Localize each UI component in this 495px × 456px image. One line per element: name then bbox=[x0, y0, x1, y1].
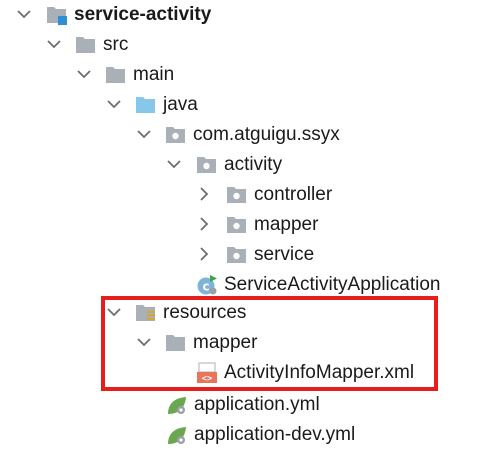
spring-yml-icon bbox=[166, 394, 188, 416]
tree-node-label: application.yml bbox=[194, 394, 320, 415]
chevron-right-icon[interactable] bbox=[196, 186, 212, 202]
tree-node-service-activity[interactable]: service-activity bbox=[0, 0, 495, 30]
chevron-down-icon[interactable] bbox=[46, 36, 62, 52]
tree-node-application-dev-yml[interactable]: application-dev.yml bbox=[0, 420, 495, 450]
spring-yml-icon bbox=[166, 424, 188, 446]
tree-node-controller[interactable]: controller bbox=[0, 180, 495, 210]
chevron-right-icon[interactable] bbox=[196, 246, 212, 262]
tree-node-label: mapper bbox=[254, 214, 319, 235]
chevron-down-icon[interactable] bbox=[106, 96, 122, 112]
tree-node-package-root[interactable]: com.atguigu.ssyx bbox=[0, 120, 495, 150]
package-icon bbox=[226, 244, 248, 266]
source-root-folder-icon bbox=[135, 94, 157, 116]
chevron-down-icon[interactable] bbox=[16, 6, 32, 22]
tree-node-main[interactable]: main bbox=[0, 60, 495, 90]
chevron-down-icon[interactable] bbox=[76, 66, 92, 82]
tree-node-label: application-dev.yml bbox=[194, 424, 356, 445]
spring-boot-class-icon: c bbox=[196, 274, 218, 296]
package-icon bbox=[226, 184, 248, 206]
tree-node-label: service bbox=[254, 244, 315, 265]
tree-node-label: java bbox=[163, 94, 198, 115]
tree-node-mapper-package[interactable]: mapper bbox=[0, 210, 495, 240]
tree-node-label: service-activity bbox=[74, 4, 212, 25]
tree-node-label: src bbox=[103, 34, 129, 55]
tree-node-label: main bbox=[133, 64, 175, 85]
tree-node-label: controller bbox=[254, 184, 333, 205]
tree-node-label: com.atguigu.ssyx bbox=[193, 124, 340, 145]
tree-node-activity[interactable]: activity bbox=[0, 150, 495, 180]
chevron-down-icon[interactable] bbox=[166, 156, 182, 172]
chevron-down-icon[interactable] bbox=[136, 126, 152, 142]
folder-icon bbox=[75, 34, 97, 56]
chevron-right-icon[interactable] bbox=[196, 216, 212, 232]
tree-node-service[interactable]: service bbox=[0, 240, 495, 270]
tree-node-label: ServiceActivityApplication bbox=[224, 274, 441, 295]
module-folder-icon bbox=[46, 4, 68, 26]
package-icon bbox=[196, 154, 218, 176]
svg-text:c: c bbox=[202, 280, 209, 294]
tree-node-java[interactable]: java bbox=[0, 90, 495, 120]
package-icon bbox=[165, 124, 187, 146]
package-icon bbox=[226, 214, 248, 236]
folder-icon bbox=[105, 64, 127, 86]
tree-node-application-yml[interactable]: application.yml bbox=[0, 390, 495, 420]
tree-node-label: activity bbox=[224, 154, 283, 175]
tree-node-src[interactable]: src bbox=[0, 30, 495, 60]
highlight-box bbox=[101, 296, 438, 391]
